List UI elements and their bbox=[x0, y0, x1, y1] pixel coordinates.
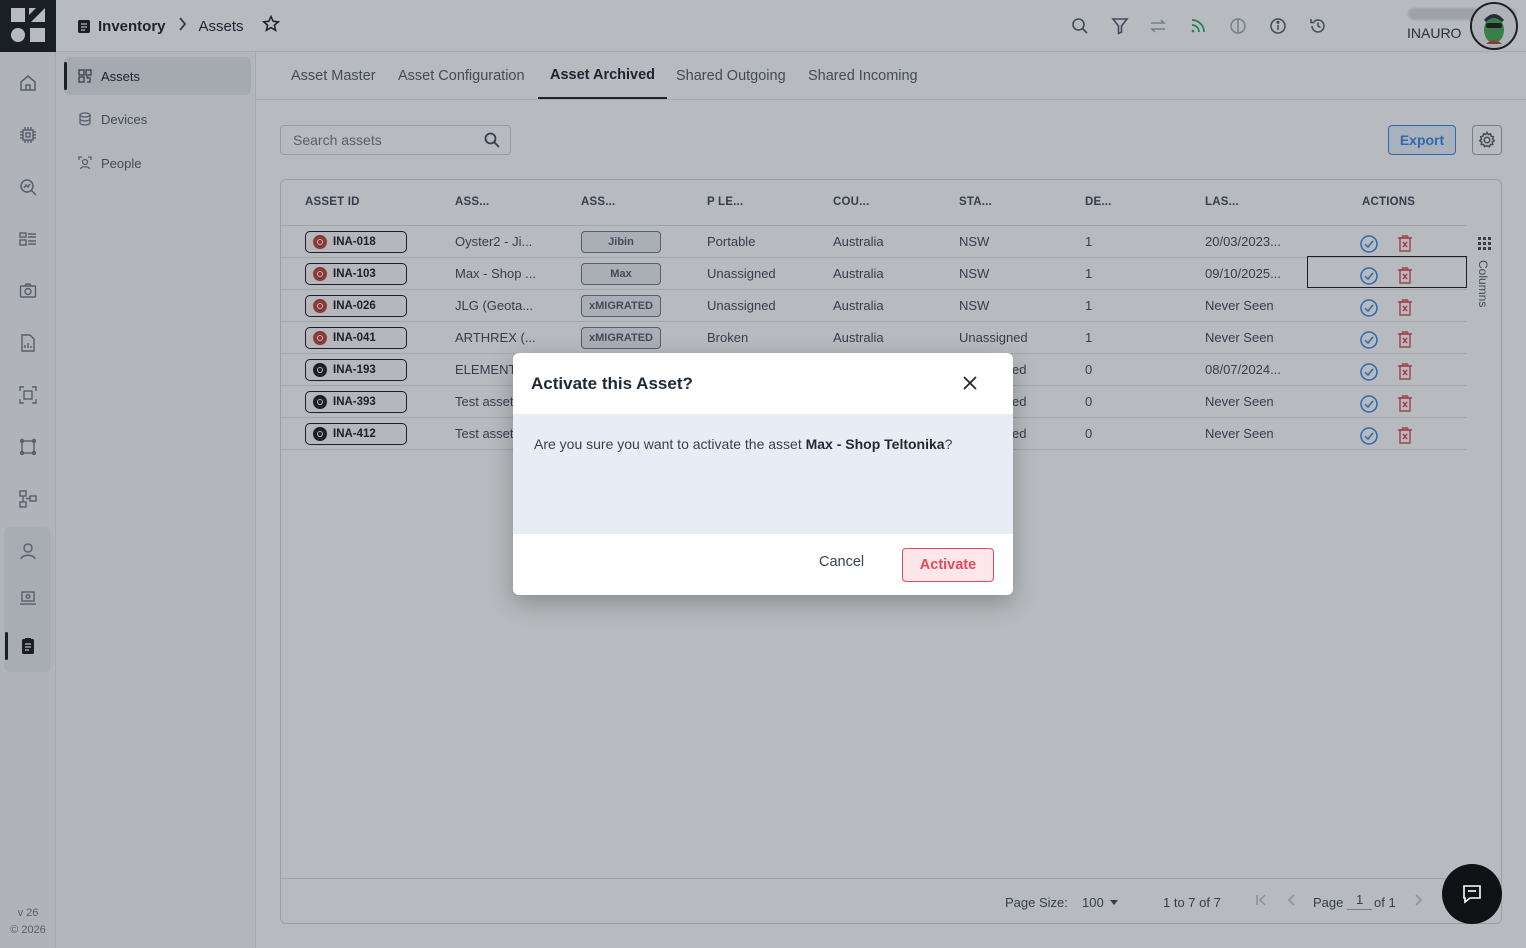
dialog-header: Activate this Asset? bbox=[513, 353, 1013, 414]
activate-asset-dialog: Activate this Asset? Are you sure you wa… bbox=[513, 353, 1013, 595]
dialog-footer: Cancel Activate bbox=[513, 534, 1013, 595]
dialog-body: Are you sure you want to activate the as… bbox=[513, 414, 1013, 534]
dialog-title: Activate this Asset? bbox=[531, 374, 693, 393]
dialog-message-suffix: ? bbox=[944, 436, 953, 452]
dialog-message-prefix: Are you sure you want to activate the as… bbox=[534, 436, 806, 452]
chat-icon bbox=[1463, 885, 1481, 904]
dialog-message: Are you sure you want to activate the as… bbox=[534, 436, 952, 452]
dialog-asset-name: Max - Shop Teltonika bbox=[805, 436, 945, 452]
activate-button[interactable]: Activate bbox=[902, 548, 994, 582]
cancel-button[interactable]: Cancel bbox=[809, 551, 874, 573]
chat-button[interactable] bbox=[1442, 864, 1502, 924]
close-icon[interactable] bbox=[960, 373, 980, 393]
